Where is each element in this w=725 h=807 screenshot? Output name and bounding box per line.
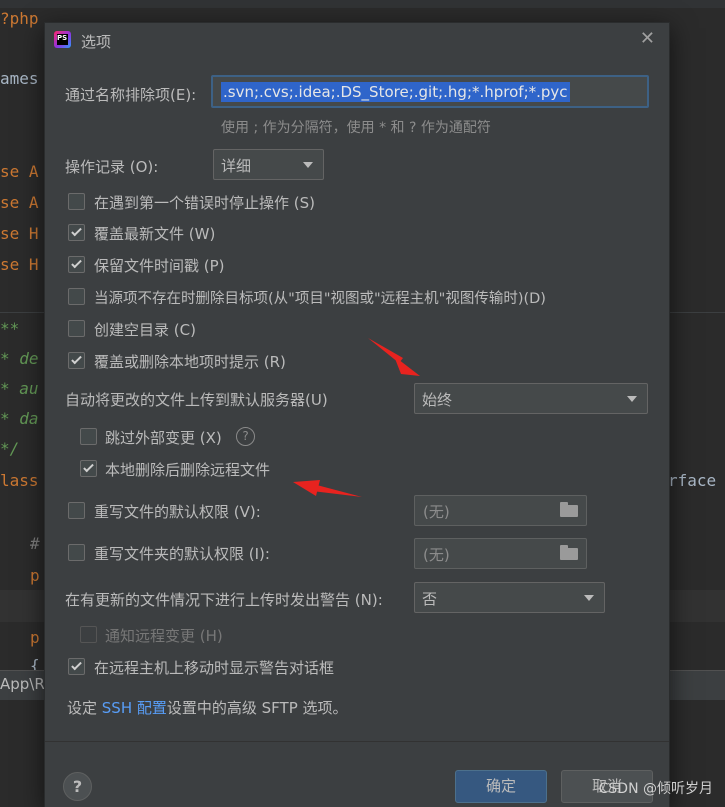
checkbox-preserve-timestamps[interactable]	[68, 256, 85, 273]
check-icon	[71, 353, 82, 365]
checkbox-notify-remote	[80, 626, 97, 643]
code-line: * au	[0, 379, 39, 398]
checkbox-create-empty-dirs-label: 创建空目录 (C)	[94, 321, 196, 339]
check-icon	[71, 225, 82, 237]
exclude-input[interactable]: .svn;.cvs;.idea;.DS_Store;.git;.hg;*.hpr…	[211, 75, 649, 108]
warn-upload-value: 否	[422, 590, 438, 608]
ssh-note-suffix: 设置中的高级 SFTP 选项。	[166, 699, 348, 717]
folder-icon[interactable]	[560, 502, 578, 517]
app-icon-text: PS	[57, 34, 68, 42]
csdn-watermark: CSDN @倾听岁月	[598, 781, 713, 797]
check-icon	[83, 461, 94, 473]
editor-top-strip	[0, 0, 725, 8]
chevron-down-icon	[584, 595, 594, 601]
code-line: se A	[0, 193, 39, 212]
phpstorm-icon: PS	[54, 31, 71, 48]
checkbox-skip-external-label: 跳过外部变更 (X)	[105, 429, 222, 447]
checkbox-stop-on-error-label: 在遇到第一个错误时停止操作 (S)	[94, 194, 315, 212]
checkbox-overwrite-newer[interactable]	[68, 224, 85, 241]
chevron-down-icon	[303, 162, 313, 168]
checkbox-preserve-timestamps-label: 保留文件时间戳 (P)	[94, 257, 225, 275]
code-fragment-right: rface	[668, 471, 717, 490]
checkbox-folder-permissions[interactable]	[68, 544, 85, 561]
checkbox-folder-permissions-label: 重写文件夹的默认权限 (I):	[94, 545, 270, 563]
operation-log-label: 操作记录 (O):	[65, 158, 159, 176]
code-line: * da	[0, 409, 39, 428]
checkbox-prompt-overwrite-label: 覆盖或删除本地项时提示 (R)	[94, 353, 286, 371]
checkbox-move-warning[interactable]	[68, 658, 85, 675]
ssh-config-link[interactable]: SSH 配置	[102, 699, 167, 717]
auto-upload-label: 自动将更改的文件上传到默认服务器(U)	[65, 391, 328, 409]
operation-log-value: 详细	[221, 157, 252, 175]
exclude-value: .svn;.cvs;.idea;.DS_Store;.git;.hg;*.hpr…	[221, 82, 570, 102]
code-line: se H	[0, 224, 39, 243]
checkbox-delete-remote[interactable]	[80, 460, 97, 477]
checkbox-prompt-overwrite[interactable]	[68, 352, 85, 369]
code-line: p	[30, 628, 40, 647]
options-dialog: PS 选项 ✕ 通过名称排除项(E): .svn;.cvs;.idea;.DS_…	[44, 22, 670, 807]
check-icon	[71, 659, 82, 671]
checkbox-stop-on-error[interactable]	[68, 193, 85, 210]
close-icon[interactable]: ✕	[640, 28, 655, 49]
ok-button[interactable]: 确定	[455, 770, 547, 803]
code-line: * de	[0, 349, 39, 368]
code-line: */	[0, 439, 20, 458]
file-permissions-value: (无)	[423, 503, 450, 521]
help-glyph: ?	[242, 429, 249, 443]
warn-upload-label: 在有更新的文件情况下进行上传时发出警告 (N):	[65, 591, 383, 609]
question-icon[interactable]: ?	[236, 427, 255, 446]
checkbox-create-empty-dirs[interactable]	[68, 320, 85, 337]
folder-permissions-value: (无)	[423, 546, 450, 564]
auto-upload-dropdown[interactable]: 始终	[414, 383, 648, 414]
checkbox-delete-target[interactable]	[68, 288, 85, 305]
ssh-note-prefix: 设定	[67, 699, 102, 717]
code-line: p	[30, 566, 40, 585]
exclude-hint: 使用 ; 作为分隔符，使用 * 和 ? 作为通配符	[221, 120, 491, 136]
checkbox-move-warning-label: 在远程主机上移动时显示警告对话框	[94, 659, 335, 677]
dialog-titlebar: PS 选项 ✕	[45, 23, 669, 57]
ssh-config-note: 设定 SSH 配置设置中的高级 SFTP 选项。	[67, 697, 348, 718]
dialog-footer: ? 确定 取消	[45, 741, 669, 807]
code-line: se A	[0, 162, 39, 181]
code-line: ames	[0, 69, 39, 88]
code-line: se H	[0, 255, 39, 274]
folder-icon[interactable]	[560, 545, 578, 560]
auto-upload-value: 始终	[422, 391, 453, 409]
checkbox-skip-external[interactable]	[80, 428, 97, 445]
checkbox-delete-remote-label: 本地删除后删除远程文件	[105, 461, 271, 479]
checkbox-file-permissions-label: 重写文件的默认权限 (V):	[94, 503, 261, 521]
path-text: App\R	[0, 675, 45, 693]
code-line: #	[30, 534, 40, 553]
chevron-down-icon	[627, 396, 637, 402]
file-permissions-field[interactable]: (无)	[414, 495, 587, 526]
dialog-title: 选项	[81, 33, 112, 51]
check-icon	[71, 257, 82, 269]
warn-upload-dropdown[interactable]: 否	[414, 582, 605, 613]
code-line: lass	[0, 471, 39, 490]
folder-permissions-field[interactable]: (无)	[414, 538, 587, 569]
checkbox-delete-target-label: 当源项不存在时删除目标项(从"项目"视图或"远程主机"视图传输时)(D)	[94, 291, 546, 307]
help-button[interactable]: ?	[63, 772, 92, 801]
operation-log-dropdown[interactable]: 详细	[213, 149, 324, 180]
checkbox-overwrite-newer-label: 覆盖最新文件 (W)	[94, 225, 216, 243]
exclude-label: 通过名称排除项(E):	[65, 86, 197, 104]
checkbox-file-permissions[interactable]	[68, 502, 85, 519]
code-line: **	[0, 319, 20, 338]
checkbox-notify-remote-label: 通知远程变更 (H)	[105, 627, 223, 645]
code-line: ?php	[0, 9, 39, 28]
